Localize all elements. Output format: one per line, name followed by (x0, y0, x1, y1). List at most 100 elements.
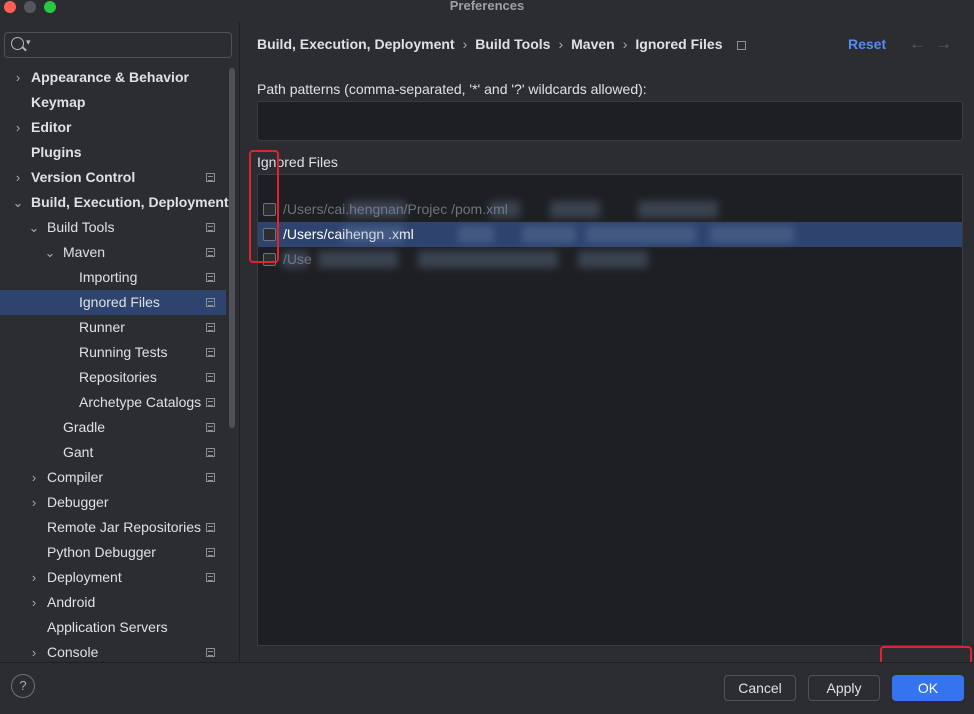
breadcrumb: Build, Execution, Deployment › Build Tools… (257, 36, 746, 52)
sidebar-item-label: Debugger (47, 494, 109, 510)
sidebar-item[interactable]: Gradle (0, 415, 226, 440)
sidebar-item-label: Running Tests (79, 344, 168, 360)
sidebar-item[interactable]: ⌄ Build, Execution, Deployment (0, 190, 229, 215)
sidebar-item-label: Gant (63, 444, 94, 460)
sidebar-scrollbar[interactable] (229, 68, 235, 428)
sidebar-item[interactable]: Runner (0, 315, 226, 340)
sidebar-item[interactable]: Keymap (0, 90, 226, 115)
help-button[interactable]: ? (11, 674, 35, 698)
project-settings-icon (206, 298, 215, 307)
dialog-footer: ? Cancel Apply OK (0, 662, 974, 714)
project-settings-icon (736, 40, 746, 50)
chevron-right-icon[interactable]: › (12, 115, 24, 140)
sidebar-item[interactable]: ⌄ Build Tools (0, 215, 226, 240)
settings-content: Build, Execution, Deployment › Build Tools… (241, 22, 974, 662)
ok-button[interactable]: OK (892, 675, 964, 701)
forward-arrow-icon[interactable]: → (935, 34, 952, 54)
sidebar-item-label: Application Servers (47, 619, 168, 635)
breadcrumb-item[interactable]: Ignored Files (635, 36, 722, 52)
redaction-blur (550, 201, 600, 218)
sidebar-item[interactable]: Archetype Catalogs (0, 390, 226, 415)
project-settings-icon (206, 173, 215, 182)
chevron-down-icon[interactable]: ⌄ (44, 240, 56, 265)
sidebar-item[interactable]: › Debugger (0, 490, 226, 515)
sidebar-item[interactable]: Running Tests (0, 340, 226, 365)
sidebar-item-label: Compiler (47, 469, 104, 485)
reset-link[interactable]: Reset (848, 36, 886, 52)
chevron-down-icon[interactable]: ⌄ (12, 190, 24, 215)
sidebar-item[interactable]: › Appearance & Behavior (0, 65, 226, 90)
sidebar-item[interactable]: Ignored Files (0, 290, 226, 315)
breadcrumb-item[interactable]: Build Tools (475, 36, 550, 52)
project-settings-icon (206, 573, 215, 582)
title-bar: Preferences (0, 0, 974, 14)
sidebar-item-label: Python Debugger (47, 544, 156, 560)
ignored-file-row[interactable]: /Users/cai.hengnan/Projec /pom.xml (258, 197, 962, 222)
path-patterns-label: Path patterns (comma-separated, '*' and … (257, 81, 647, 97)
chevron-right-icon[interactable]: › (28, 590, 40, 615)
project-settings-icon (206, 398, 215, 407)
sidebar-item[interactable]: ⌄ Maven (0, 240, 226, 265)
sidebar-item[interactable]: › Version Control (0, 165, 226, 190)
sidebar-item-label: Plugins (31, 144, 82, 160)
sidebar-item-label: Deployment (47, 569, 122, 585)
redaction-blur (282, 251, 308, 268)
chevron-right-icon[interactable]: › (28, 465, 40, 490)
sidebar-item[interactable]: › Editor (0, 115, 226, 140)
breadcrumb-item[interactable]: Build, Execution, Deployment (257, 36, 455, 52)
sidebar-item-label: Maven (63, 244, 106, 260)
sidebar-item[interactable]: › Deployment (0, 565, 226, 590)
redaction-blur (458, 226, 494, 243)
sidebar-item-label: Archetype Catalogs (79, 394, 202, 410)
sidebar-item[interactable]: › Android (0, 590, 226, 615)
redaction-blur (578, 251, 648, 268)
path-patterns-input[interactable] (257, 101, 963, 141)
sidebar-item[interactable]: Importing (0, 265, 226, 290)
cancel-button[interactable]: Cancel (724, 675, 796, 701)
ignored-files-list[interactable]: /Users/cai.hengnan/Projec /pom.xml/Users… (257, 174, 963, 646)
sidebar-item[interactable]: Gant (0, 440, 226, 465)
project-settings-icon (206, 373, 215, 382)
window-title: Preferences (449, 0, 525, 13)
redaction-blur (346, 201, 406, 218)
chevron-right-icon[interactable]: › (12, 65, 24, 90)
sidebar-item[interactable]: Python Debugger (0, 540, 226, 565)
breadcrumb-item[interactable]: Maven (571, 36, 615, 52)
redaction-blur (490, 201, 520, 218)
search-icon (11, 37, 24, 50)
settings-sidebar: ▾ › Appearance & Behavior Keymap › Editor Plu… (0, 22, 240, 662)
project-settings-icon (206, 248, 215, 257)
sidebar-item-label: Version Control (31, 169, 136, 185)
chevron-right-icon[interactable]: › (12, 165, 24, 190)
project-settings-icon (206, 648, 215, 657)
sidebar-item[interactable]: › Compiler (0, 465, 226, 490)
sidebar-item[interactable]: Application Servers (0, 615, 226, 640)
chevron-right-icon[interactable]: › (28, 565, 40, 590)
sidebar-item-label: Ignored Files (79, 294, 160, 310)
sidebar-item-label: Appearance & Behavior (31, 69, 189, 85)
redaction-blur (638, 201, 718, 218)
ignored-file-row[interactable]: /Use (258, 247, 962, 272)
sidebar-item[interactable]: Repositories (0, 365, 226, 390)
sidebar-item-label: Runner (79, 319, 125, 335)
sidebar-item-label: Build, Execution, Deployment (31, 194, 229, 210)
settings-search-input[interactable]: ▾ (4, 32, 232, 58)
project-settings-icon (206, 548, 215, 557)
search-options-chevron-icon[interactable]: ▾ (26, 37, 31, 48)
breadcrumb-separator-icon: › (622, 36, 628, 52)
sidebar-item-label: Gradle (63, 419, 106, 435)
chevron-right-icon[interactable]: › (28, 490, 40, 515)
redaction-blur (522, 226, 576, 243)
sidebar-item-label: Android (47, 594, 96, 610)
redaction-blur (586, 226, 696, 243)
sidebar-item-label: Repositories (79, 369, 157, 385)
ignored-file-row[interactable]: /Users/caihengn .xml (258, 222, 962, 247)
sidebar-item[interactable]: Remote Jar Repositories (0, 515, 226, 540)
back-arrow-icon[interactable]: ← (909, 34, 926, 54)
apply-button[interactable]: Apply (808, 675, 880, 701)
chevron-down-icon[interactable]: ⌄ (28, 215, 40, 240)
project-settings-icon (206, 223, 215, 232)
sidebar-item[interactable]: Plugins (0, 140, 226, 165)
redaction-blur (418, 251, 558, 268)
project-settings-icon (206, 348, 215, 357)
